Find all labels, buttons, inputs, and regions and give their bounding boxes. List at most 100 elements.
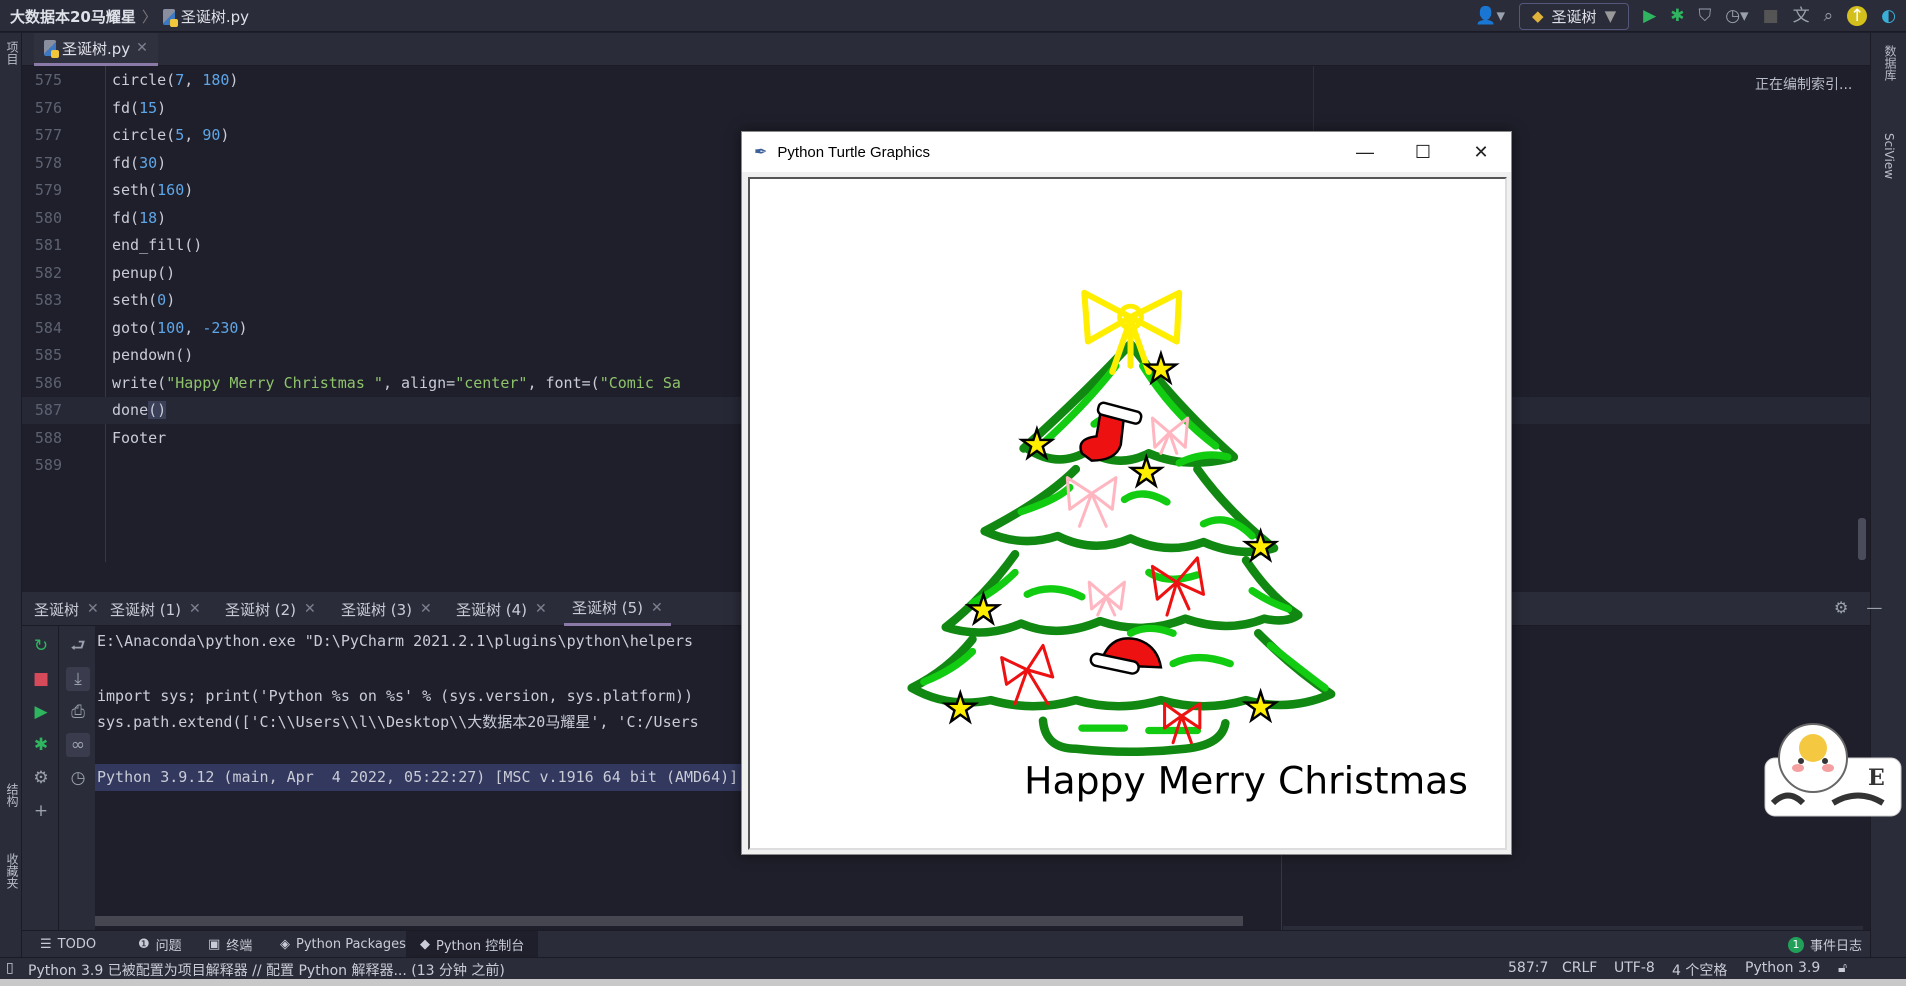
tab-terminal[interactable]: ▣ 终端 bbox=[200, 931, 260, 958]
profile-icon[interactable]: ◷▾ bbox=[1725, 6, 1748, 26]
stop-icon[interactable]: ■ bbox=[29, 667, 53, 691]
interpreter-selector[interactable]: Python 3.9 bbox=[1745, 960, 1820, 976]
tree-tier-3-highlight bbox=[968, 568, 1293, 613]
code-token: end_fill() bbox=[112, 236, 203, 254]
run-tab[interactable]: 圣诞树 (3) ✕ bbox=[333, 592, 440, 626]
layers-icon: ◈ bbox=[280, 937, 290, 952]
run-icon[interactable]: ▶ bbox=[29, 700, 53, 724]
variables-icon[interactable]: ∞ bbox=[66, 733, 90, 757]
code-token: "Happy Merry Christmas " bbox=[166, 373, 383, 392]
sciview-tool-button[interactable]: SciView bbox=[1882, 133, 1896, 179]
minimize-button[interactable]: — bbox=[1336, 132, 1394, 172]
turtle-graphics-window[interactable]: ✒ Python Turtle Graphics — ☐ ✕ Happy Mer… bbox=[741, 131, 1512, 855]
close-icon[interactable]: ✕ bbox=[136, 40, 148, 56]
code-text: circle(7, 180) bbox=[112, 67, 238, 94]
update-icon[interactable]: ↑ bbox=[1847, 6, 1868, 26]
plugin-icon[interactable]: ◐ bbox=[1881, 6, 1896, 26]
scroll-to-end-icon[interactable]: ⤓ bbox=[66, 667, 90, 691]
line-number: 589 bbox=[34, 456, 62, 474]
tab-todo[interactable]: ☰ TODO bbox=[32, 931, 104, 958]
close-button[interactable]: ✕ bbox=[1452, 132, 1510, 172]
turtle-window-title: Python Turtle Graphics bbox=[777, 143, 930, 161]
turtle-canvas[interactable]: Happy Merry Christmas bbox=[748, 177, 1507, 850]
code-token: 7 bbox=[175, 71, 185, 89]
rerun-icon[interactable]: ↻ bbox=[29, 634, 53, 658]
stop-icon[interactable]: ■ bbox=[1763, 6, 1779, 26]
run-tab[interactable]: 圣诞树 (5) ✕ bbox=[564, 592, 671, 626]
title-bar: 大数据本20马耀星 〉 圣诞树.py 👤▾ ◆ 圣诞树 ▼ ▶ ✱ ⛉ ◷▾ ■… bbox=[0, 0, 1906, 32]
pink-bow bbox=[1087, 580, 1126, 617]
close-icon[interactable]: ✕ bbox=[304, 601, 316, 617]
svg-text:E: E bbox=[1868, 765, 1885, 791]
editor-tabs: 圣诞树.py ✕ bbox=[22, 33, 1870, 66]
status-message[interactable]: Python 3.9 已被配置为项目解释器 // 配置 Python 解释器..… bbox=[28, 960, 505, 980]
soft-wrap-icon[interactable]: ⮐ bbox=[66, 634, 90, 658]
python-file-icon bbox=[162, 8, 178, 27]
coverage-icon[interactable]: ⛉ bbox=[1698, 6, 1711, 26]
run-tab[interactable]: 圣诞树 (1) ✕ bbox=[102, 592, 209, 626]
christmas-tree-drawing: Happy Merry Christmas bbox=[907, 289, 1468, 803]
code-token: , bbox=[184, 71, 203, 89]
user-icon[interactable]: 👤▾ bbox=[1475, 6, 1505, 26]
search-icon[interactable]: ⌕ bbox=[1824, 6, 1834, 26]
debug-icon[interactable]: ✱ bbox=[1670, 6, 1684, 26]
code-token: ) bbox=[220, 126, 230, 144]
code-token: ) bbox=[157, 208, 167, 227]
lock-icon[interactable]: 🔓︎ bbox=[1838, 960, 1847, 976]
code-token: , align= bbox=[382, 373, 456, 392]
close-icon[interactable]: ✕ bbox=[420, 601, 432, 617]
code-token: ) bbox=[229, 71, 239, 89]
favorites-tool-button[interactable]: 收藏夹 bbox=[4, 853, 21, 889]
editor-scrollbar[interactable] bbox=[1858, 518, 1866, 560]
tab-python-console[interactable]: ◆ Python 控制台 bbox=[406, 931, 539, 958]
print-icon[interactable]: ⎙ bbox=[66, 700, 90, 724]
structure-tool-button[interactable]: 结构 bbox=[4, 783, 21, 807]
project-tool-button[interactable]: 项目 bbox=[4, 41, 21, 65]
close-icon[interactable]: ✕ bbox=[87, 601, 99, 617]
close-icon[interactable]: ✕ bbox=[535, 601, 547, 617]
maximize-button[interactable]: ☐ bbox=[1394, 132, 1452, 172]
run-tab[interactable]: 圣诞树 (2) ✕ bbox=[217, 592, 324, 626]
breadcrumb-project[interactable]: 大数据本20马耀星 bbox=[10, 6, 136, 27]
translate-icon[interactable]: 文 bbox=[1793, 6, 1810, 26]
event-count-badge: 1 bbox=[1788, 936, 1804, 953]
database-tool-button[interactable]: 数据库 bbox=[1882, 45, 1899, 81]
run-tab-label: 圣诞树 (2) bbox=[225, 600, 297, 619]
mascot-sticker[interactable]: E bbox=[1763, 703, 1903, 818]
close-icon[interactable]: ✕ bbox=[189, 601, 201, 617]
code-text: seth(0) bbox=[112, 287, 175, 314]
indent-setting[interactable]: 4 个空格 bbox=[1672, 960, 1727, 980]
editor-tab[interactable]: 圣诞树.py ✕ bbox=[34, 33, 158, 66]
caret-position[interactable]: 587:7 bbox=[1508, 960, 1548, 976]
code-token: 100 bbox=[157, 318, 185, 337]
console-horizontal-scrollbar[interactable] bbox=[95, 916, 1243, 926]
tab-python-packages[interactable]: ◈ Python Packages bbox=[272, 931, 414, 958]
event-log-button[interactable]: 1 事件日志 bbox=[1780, 931, 1870, 958]
code-line[interactable]: 576 fd(15) bbox=[22, 95, 1870, 122]
turtle-window-titlebar[interactable]: ✒ Python Turtle Graphics — ☐ ✕ bbox=[742, 132, 1511, 172]
gear-icon[interactable]: ⚙ bbox=[1834, 598, 1848, 617]
run-icon[interactable]: ▶ bbox=[1643, 6, 1656, 26]
code-token: goto( bbox=[112, 318, 158, 337]
run-tab[interactable]: 圣诞树 (4) ✕ bbox=[448, 592, 555, 626]
code-token: , font=( bbox=[527, 373, 600, 392]
minimize-icon[interactable]: — bbox=[1866, 598, 1882, 617]
debug-icon[interactable]: ✱ bbox=[29, 733, 53, 757]
layout-icon[interactable]: ▯ bbox=[6, 960, 14, 976]
code-token: "center" bbox=[455, 373, 528, 392]
line-separator[interactable]: CRLF bbox=[1562, 960, 1597, 976]
code-token: circle( bbox=[112, 126, 176, 144]
code-line[interactable]: 575 circle(7, 180) bbox=[22, 67, 1870, 94]
code-token: done bbox=[112, 401, 149, 419]
run-config-dropdown[interactable]: ◆ 圣诞树 ▼ bbox=[1519, 2, 1630, 30]
add-icon[interactable]: + bbox=[29, 799, 53, 823]
file-encoding[interactable]: UTF-8 bbox=[1614, 960, 1655, 976]
pink-bow bbox=[1150, 416, 1190, 455]
run-tab-label: 圣诞树 (5) bbox=[572, 599, 644, 617]
close-icon[interactable]: ✕ bbox=[651, 600, 663, 616]
settings-icon[interactable]: ⚙ bbox=[29, 766, 53, 790]
history-icon[interactable]: ◷ bbox=[66, 766, 90, 790]
breadcrumb-file[interactable]: 圣诞树.py bbox=[181, 6, 249, 27]
tab-problems[interactable]: ❶ 问题 bbox=[130, 931, 190, 958]
run-tab[interactable]: 圣诞树 ✕ bbox=[26, 592, 107, 626]
